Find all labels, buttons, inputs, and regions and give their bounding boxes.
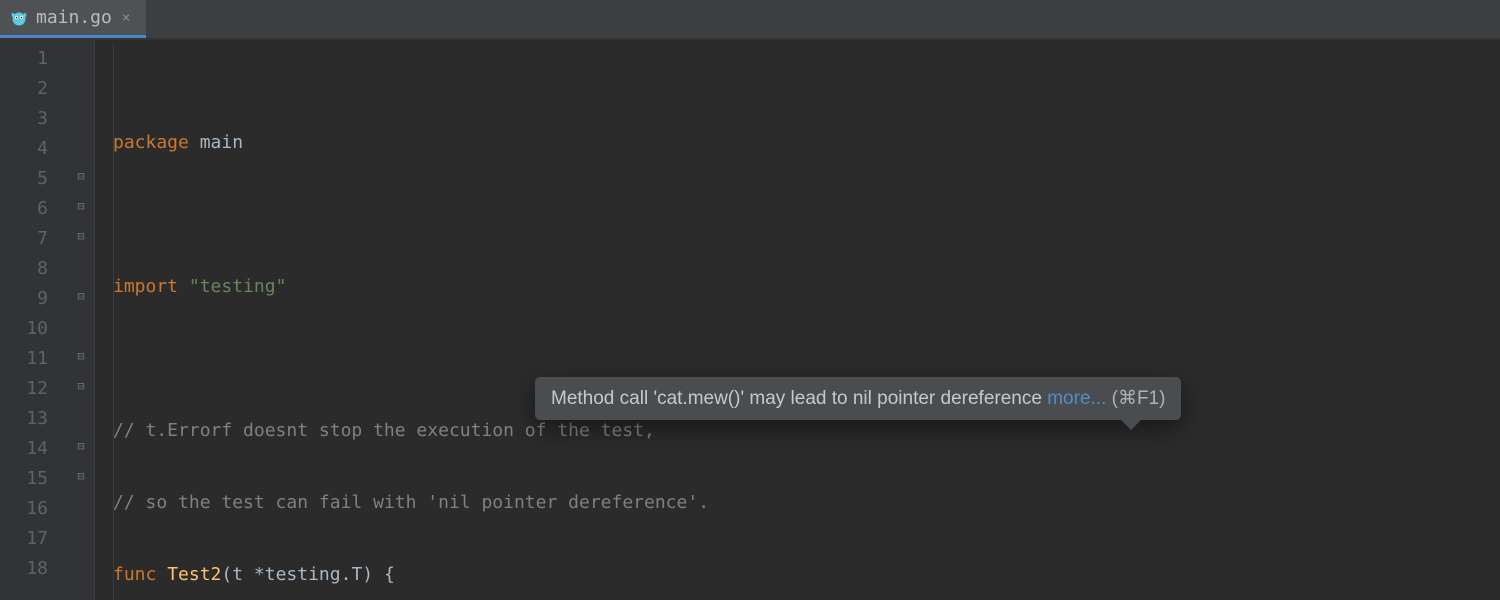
line-number: 12⊟ <box>0 374 94 404</box>
tab-filename: main.go <box>36 7 112 28</box>
line-number: 10 <box>0 314 94 344</box>
editor-tabbar: main.go × <box>0 0 1500 40</box>
line-number: 9⊟ <box>0 284 94 314</box>
line-number: 18 <box>0 554 94 584</box>
tooltip-shortcut: (⌘F1) <box>1106 388 1165 409</box>
line-number: 11⊟ <box>0 344 94 374</box>
tooltip-message: Method call 'cat.mew()' may lead to nil … <box>551 388 1047 409</box>
code-line: import "testing" <box>113 272 1500 302</box>
line-number: 16 <box>0 494 94 524</box>
line-number: 4 <box>0 134 94 164</box>
code-line: // so the test can fail with 'nil pointe… <box>113 488 1500 518</box>
close-icon[interactable]: × <box>120 10 132 26</box>
fold-open-icon[interactable]: ⊟ <box>74 230 88 244</box>
line-number: 14⊟ <box>0 434 94 464</box>
line-number: 3 <box>0 104 94 134</box>
line-number: 1 <box>0 44 94 74</box>
fold-close-icon[interactable]: ⊟ <box>74 440 88 454</box>
code-editor[interactable]: 1 2 3 4 5⊟ 6⊟ 7⊟ 8 9⊟ 10 11⊟ 12⊟ 13 14⊟ … <box>0 40 1500 600</box>
code-line <box>113 344 1500 374</box>
fold-close-icon[interactable]: ⊟ <box>74 200 88 214</box>
line-number: 8 <box>0 254 94 284</box>
inspection-tooltip: Method call 'cat.mew()' may lead to nil … <box>535 377 1181 420</box>
line-number: 15⊟ <box>0 464 94 494</box>
line-number: 2 <box>0 74 94 104</box>
go-gopher-icon <box>10 9 28 27</box>
code-line: func Test2(t *testing.T) { <box>113 560 1500 590</box>
code-line: // t.Errorf doesnt stop the execution of… <box>113 416 1500 446</box>
tab-main-go[interactable]: main.go × <box>0 0 146 38</box>
line-number: 7⊟ <box>0 224 94 254</box>
code-line: package main <box>113 128 1500 158</box>
line-gutter: 1 2 3 4 5⊟ 6⊟ 7⊟ 8 9⊟ 10 11⊟ 12⊟ 13 14⊟ … <box>0 40 95 600</box>
line-number: 17 <box>0 524 94 554</box>
code-line <box>113 200 1500 230</box>
line-number: 5⊟ <box>0 164 94 194</box>
fold-open-icon[interactable]: ⊟ <box>74 170 88 184</box>
fold-open-icon[interactable]: ⊟ <box>74 290 88 304</box>
fold-close-icon[interactable]: ⊟ <box>74 350 88 364</box>
fold-open-icon[interactable]: ⊟ <box>74 380 88 394</box>
code-area[interactable]: package main import "testing" // t.Error… <box>95 40 1500 600</box>
fold-close-icon[interactable]: ⊟ <box>74 470 88 484</box>
tooltip-more-link[interactable]: more... <box>1047 388 1106 409</box>
line-number: 6⊟ <box>0 194 94 224</box>
line-number: 13 <box>0 404 94 434</box>
